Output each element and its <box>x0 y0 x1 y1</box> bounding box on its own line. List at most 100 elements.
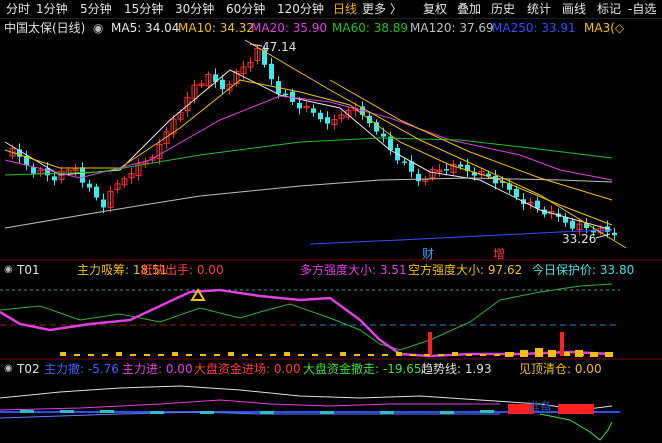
t01-item-3: 空方强度大小: 97.62 <box>408 263 523 277</box>
settings-icon[interactable]: ◉ <box>93 20 103 36</box>
t01-green-line <box>0 283 613 351</box>
t01-yellow-block <box>340 352 346 356</box>
t01-yellow-block <box>520 350 528 357</box>
t01-yellow-block <box>270 354 276 356</box>
ma20-line <box>4 95 613 181</box>
t01-yellow-block <box>284 352 290 356</box>
t01-yellow-block <box>368 354 374 356</box>
t02-cyan-tick <box>440 411 454 414</box>
candle-body <box>458 164 463 167</box>
capital-increase-marker[interactable]: 增 <box>493 245 505 262</box>
t01-yellow-block <box>228 352 234 356</box>
t02-cyan-tick <box>480 410 494 413</box>
ma-extra-line <box>329 79 613 201</box>
candle-body <box>311 108 316 113</box>
t01-yellow-block <box>60 352 66 356</box>
t01-yellow-block <box>466 354 472 356</box>
ma10-line <box>4 79 613 226</box>
t02-item-4: 趋势线: 1.93 <box>421 362 492 376</box>
t02-item-5: 见顶清仓: 0.00 <box>519 362 602 376</box>
t01-yellow-block <box>88 354 94 356</box>
trend-line <box>244 39 627 249</box>
t01-yellow-block <box>382 354 388 356</box>
t01-yellow-block <box>74 354 80 356</box>
t01-yellow-block <box>575 350 583 357</box>
t02-cyan-tick <box>200 411 214 414</box>
candle-body <box>31 167 36 174</box>
ma10-label: MA10: 34.32 <box>178 21 255 35</box>
t01-magenta-line <box>0 288 613 358</box>
t01-yellow-block <box>242 354 248 356</box>
t02-red-block <box>558 404 594 414</box>
t01-yellow-block <box>535 348 543 357</box>
t02-item-0: 主力撤: -5.76 <box>44 362 119 376</box>
ma-more-label: MA3(◇ <box>584 21 625 35</box>
t02-green-line <box>539 413 613 441</box>
t01-title: T01 <box>17 263 40 277</box>
t01-red-bar <box>560 332 564 356</box>
t01-item-1: 赶快出手: 0.00 <box>141 263 224 277</box>
candle-body <box>612 232 617 236</box>
t02-cyan-tick <box>260 411 274 414</box>
high-price-pointer <box>249 43 263 47</box>
t01-yellow-block <box>172 352 178 356</box>
high-price-label: 47.14 <box>262 40 297 54</box>
t02-cyan-tick <box>60 410 74 413</box>
candle-body <box>381 133 386 137</box>
t01-yellow-block <box>410 354 416 356</box>
finance-marker[interactable]: 财 <box>422 245 434 262</box>
ma20-label: MA20: 35.90 <box>251 21 328 35</box>
t02-cyan-tick <box>320 411 334 414</box>
candle-body <box>87 183 92 188</box>
t01-yellow-block <box>102 354 108 356</box>
ma60-label: MA60: 38.89 <box>332 21 409 35</box>
candle-body <box>416 173 421 182</box>
t01-yellow-block <box>214 354 220 356</box>
t01-info-row: T01 ◉ 主力吸筹: 18.51 赶快出手: 0.00 多方强度大小: 3.5… <box>0 262 662 278</box>
t01-yellow-block <box>158 354 164 356</box>
t01-yellow-block <box>590 352 598 357</box>
candle-body <box>297 103 302 109</box>
stock-title: 中国太保(日线) <box>4 21 86 35</box>
t01-red-bar <box>428 332 432 356</box>
t02-info-row: ◉ T02 主力撤: -5.76 主力进: 0.00 大盘资金进场: 0.00 … <box>0 361 662 377</box>
candle-body <box>444 169 449 171</box>
t01-yellow-block <box>494 354 500 356</box>
t01-yellow-block <box>200 354 206 356</box>
low-price-label: 33.26 <box>562 232 597 246</box>
t02-item-3: 大盘资金撤走: -19.65 <box>303 362 422 376</box>
t01-yellow-block <box>452 352 458 356</box>
t01-yellow-block <box>605 352 613 357</box>
t01-yellow-block <box>298 354 304 356</box>
candle-body <box>535 200 540 209</box>
t02-item-2: 大盘资金进场: 0.00 <box>194 362 301 376</box>
t01-yellow-block <box>564 352 570 356</box>
t01-yellow-block <box>354 354 360 356</box>
main-info-row: 中国太保(日线) ◉ MA5: 34.04 MA10: 34.32 MA20: … <box>0 20 662 36</box>
candle-body <box>402 161 407 163</box>
t01-yellow-block <box>396 352 402 356</box>
ma60-line <box>4 137 613 176</box>
t02-cyan-tick <box>100 410 114 413</box>
candle-body <box>80 167 85 183</box>
t01-item-2: 多方强度大小: 3.51 <box>300 263 407 277</box>
candle-body <box>269 63 274 80</box>
t01-yellow-block <box>505 352 513 357</box>
t01-yellow-block <box>312 354 318 356</box>
t01-item-4: 今日保护价: 33.80 <box>532 263 635 277</box>
t01-yellow-block <box>186 354 192 356</box>
candle-body <box>283 93 288 96</box>
t02-settings-icon[interactable]: ◉ <box>4 361 13 377</box>
candle-body <box>220 79 225 90</box>
t01-yellow-block <box>116 352 122 356</box>
candle-body <box>318 112 323 120</box>
t02-item-1: 主力进: 0.00 <box>122 362 193 376</box>
candle-body <box>325 117 330 124</box>
candle-body <box>570 220 575 229</box>
t01-settings-icon[interactable]: ◉ <box>4 262 13 278</box>
ma120-label: MA120: 37.69 <box>410 21 494 35</box>
t02-cyan-tick <box>380 411 394 414</box>
t02-watermark: 准备 <box>528 400 553 414</box>
candle-body <box>101 199 106 208</box>
t01-yellow-block <box>256 354 262 356</box>
